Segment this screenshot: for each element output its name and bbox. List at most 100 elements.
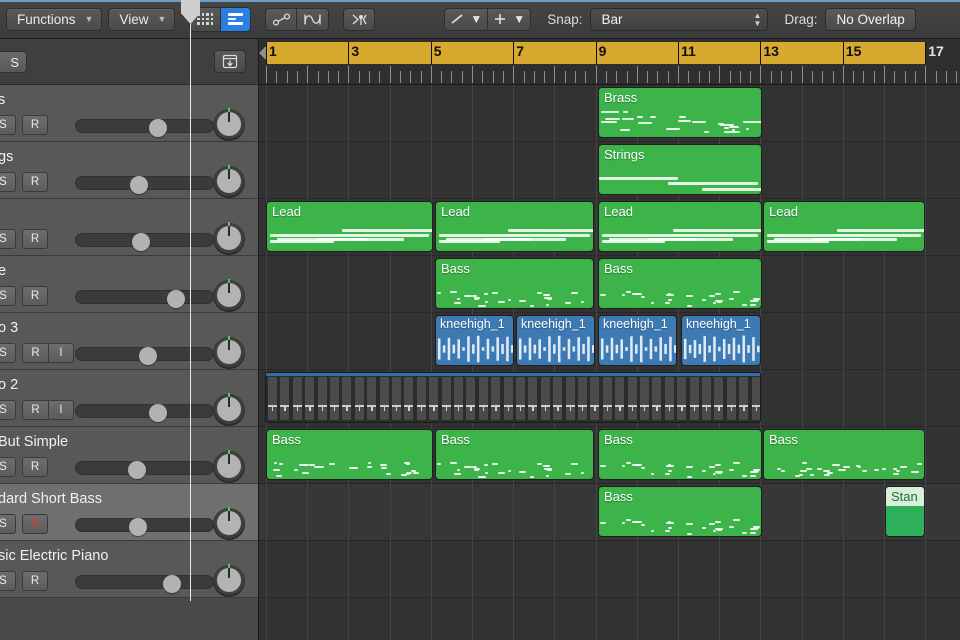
track-header-3[interactable]: eSR	[0, 256, 258, 313]
track-header-2[interactable]: SR	[0, 199, 258, 256]
record-enable-button[interactable]: R	[22, 172, 48, 192]
volume-thumb[interactable]	[148, 119, 167, 137]
pan-knob[interactable]	[213, 507, 245, 540]
solo-icon-button[interactable]	[343, 7, 376, 31]
volume-thumb[interactable]	[129, 518, 148, 536]
mute-button[interactable]: S	[0, 457, 16, 477]
midi-region[interactable]: Bass	[598, 258, 762, 309]
volume-thumb[interactable]	[138, 347, 157, 365]
pan-knob[interactable]	[213, 393, 245, 426]
track-header-8[interactable]: sic Electric Piano SR	[0, 541, 258, 598]
pan-knob[interactable]	[213, 336, 245, 369]
track-header-5[interactable]: o 2 SRI	[0, 370, 258, 427]
mute-button[interactable]: S	[0, 172, 16, 192]
pan-knob[interactable]	[213, 450, 245, 483]
audio-region[interactable]: kneehigh_1	[516, 315, 595, 366]
midi-region[interactable]: Lead	[763, 201, 925, 252]
volume-slider[interactable]	[75, 176, 214, 194]
track-header-0[interactable]: sSR	[0, 85, 258, 142]
volume-slider[interactable]	[75, 518, 214, 536]
mute-button[interactable]: S	[0, 400, 16, 420]
record-enable-button[interactable]: R	[22, 514, 48, 534]
volume-thumb[interactable]	[130, 176, 149, 194]
drummer-hit	[520, 405, 522, 412]
drummer-hit	[544, 405, 547, 412]
midi-region[interactable]: Strings	[598, 144, 762, 195]
pan-knob[interactable]	[213, 108, 245, 141]
menu-functions[interactable]: Functions ▼	[6, 7, 103, 31]
midi-region[interactable]: Brass	[598, 87, 762, 138]
pan-knob[interactable]	[213, 564, 245, 597]
mute-button[interactable]: S	[0, 343, 16, 363]
volume-slider[interactable]	[75, 404, 214, 422]
midi-region[interactable]: Bass	[435, 429, 594, 480]
midi-region[interactable]: Lead	[598, 201, 762, 252]
midi-region[interactable]: Bass	[598, 429, 762, 480]
menu-view[interactable]: View ▼	[108, 7, 176, 31]
left-click-tool[interactable]: ▼	[444, 7, 489, 31]
list-view-icon-button[interactable]	[220, 7, 251, 31]
command-click-tool[interactable]: ▼	[488, 7, 532, 31]
midi-note	[837, 468, 846, 471]
pan-knob[interactable]	[213, 279, 245, 312]
track-lane-8[interactable]	[259, 541, 960, 598]
volume-thumb[interactable]	[148, 404, 167, 422]
save-track-icon-button[interactable]	[214, 50, 246, 73]
playhead[interactable]	[181, 0, 200, 601]
mute-button[interactable]: S	[0, 571, 16, 591]
record-enable-button[interactable]: R	[22, 115, 48, 135]
input-monitor-button[interactable]: I	[48, 400, 74, 420]
region-name: kneehigh_1	[440, 317, 505, 331]
midi-region[interactable]: Lead	[435, 201, 594, 252]
record-enable-button[interactable]: R	[22, 343, 48, 363]
volume-slider[interactable]	[75, 290, 214, 308]
track-header-1[interactable]: gs SR	[0, 142, 258, 199]
volume-slider[interactable]	[75, 119, 214, 137]
volume-slider[interactable]	[75, 233, 214, 251]
volume-slider[interactable]	[75, 575, 214, 593]
volume-thumb[interactable]	[163, 575, 182, 593]
mute-button[interactable]: S	[0, 229, 16, 249]
record-enable-button[interactable]: R	[22, 229, 48, 249]
mute-button[interactable]: S	[0, 115, 16, 135]
solo-all-button[interactable]: S	[0, 51, 27, 73]
midi-region[interactable]: Bass	[266, 429, 433, 480]
timeline-ruler[interactable]: 1 3 5 7 9 11 13 15 17	[259, 39, 960, 85]
midi-region[interactable]: Bass	[435, 258, 594, 309]
volume-thumb[interactable]	[128, 461, 147, 479]
flex-icon-button[interactable]	[297, 7, 330, 31]
audio-region[interactable]: kneehigh_1	[598, 315, 677, 366]
volume-thumb[interactable]	[166, 290, 185, 308]
region-name: Bass	[769, 432, 798, 447]
volume-slider[interactable]	[75, 461, 214, 479]
track-buttons: SR	[0, 457, 48, 477]
drummer-cell	[441, 377, 451, 420]
midi-region[interactable]: Bass	[763, 429, 925, 480]
track-header-4[interactable]: o 3 SRI	[0, 313, 258, 370]
arrange-area[interactable]: Brass Strings Lead Lead Lead Lead Bass Bass knee…	[259, 85, 960, 640]
mute-button[interactable]: S	[0, 514, 16, 534]
record-enable-button[interactable]: R	[22, 457, 48, 477]
drummer-region[interactable]	[265, 372, 761, 423]
volume-thumb[interactable]	[131, 233, 150, 251]
volume-slider[interactable]	[75, 347, 214, 365]
track-header-7[interactable]: dard Short Bass SR	[0, 484, 258, 541]
track-header-6[interactable]: But Simple SR	[0, 427, 258, 484]
record-enable-button[interactable]: R	[22, 286, 48, 306]
track-lane-9[interactable]	[259, 598, 960, 640]
midi-region[interactable]: Stan	[885, 486, 925, 537]
record-enable-button[interactable]: R	[22, 400, 48, 420]
midi-region[interactable]: Bass	[598, 486, 762, 537]
pan-knob[interactable]	[213, 165, 245, 198]
midi-region[interactable]: Lead	[266, 201, 433, 252]
mute-button[interactable]: S	[0, 286, 16, 306]
audio-region[interactable]: kneehigh_1	[681, 315, 761, 366]
audio-region[interactable]: kneehigh_1	[435, 315, 514, 366]
drummer-cell	[677, 377, 687, 420]
drag-dropdown[interactable]: No Overlap	[825, 7, 916, 31]
snap-dropdown[interactable]: Bar ▲ ▼	[590, 7, 769, 31]
input-monitor-button[interactable]: I	[48, 343, 74, 363]
automation-icon-button[interactable]	[265, 7, 298, 31]
pan-knob[interactable]	[213, 222, 245, 255]
record-enable-button[interactable]: R	[22, 571, 48, 591]
